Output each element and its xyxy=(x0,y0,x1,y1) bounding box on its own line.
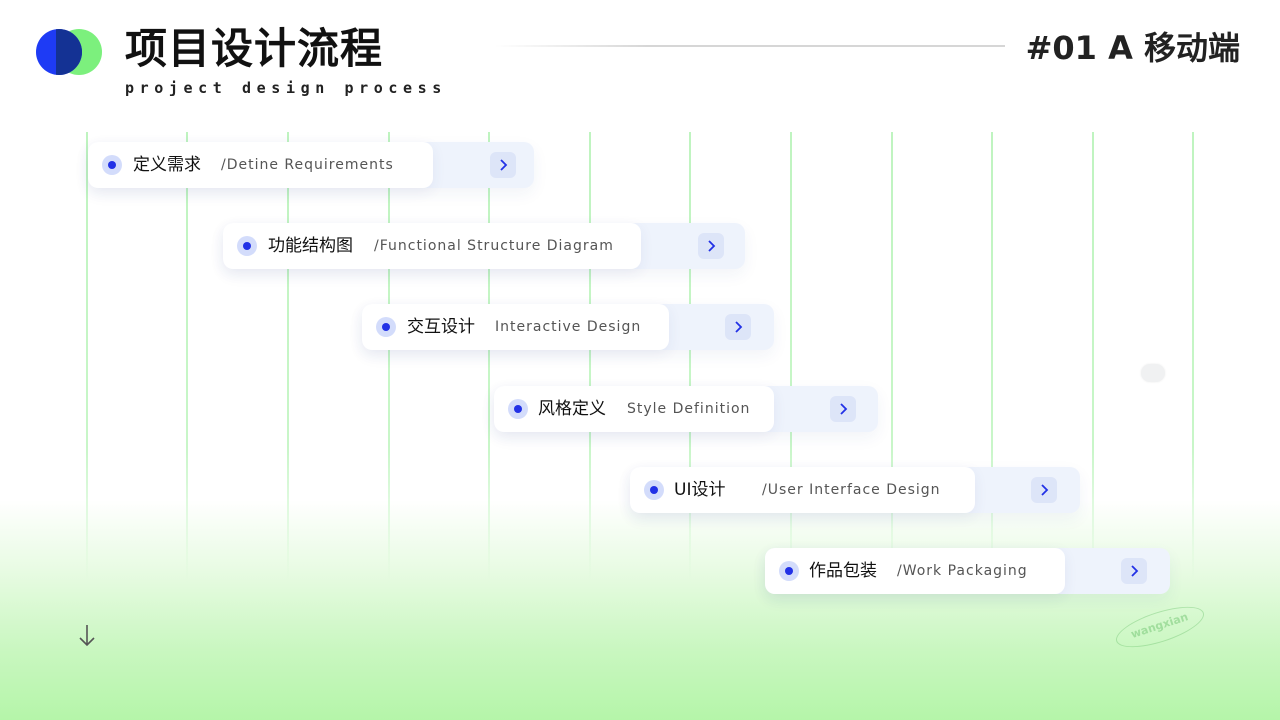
step-style-definition[interactable]: 风格定义 Style Definition xyxy=(494,386,878,432)
chevron-right-icon[interactable] xyxy=(830,396,856,422)
grid-line xyxy=(589,132,591,582)
step-label-pill: 功能结构图 /Functional Structure Diagram xyxy=(223,223,641,269)
step-define-requirements[interactable]: 定义需求 /Detine Requirements xyxy=(88,142,534,188)
grid-line xyxy=(1092,132,1094,582)
step-subtitle: /Detine Requirements xyxy=(221,157,394,173)
step-label-pill: UI设计 /User Interface Design xyxy=(630,467,975,513)
grid-line xyxy=(790,132,792,582)
bullet-icon xyxy=(376,317,396,337)
chevron-right-icon[interactable] xyxy=(725,314,751,340)
header-divider xyxy=(495,45,1005,47)
grid-line xyxy=(86,132,88,582)
step-subtitle: /Work Packaging xyxy=(897,563,1028,579)
step-title: 定义需求 xyxy=(133,155,201,175)
grid-line xyxy=(991,132,993,582)
arrow-down-icon[interactable] xyxy=(76,623,98,649)
logo-overlap xyxy=(56,29,82,75)
step-work-packaging[interactable]: 作品包装 /Work Packaging xyxy=(765,548,1170,594)
step-label-pill: 风格定义 Style Definition xyxy=(494,386,774,432)
step-label-pill: 交互设计 Interactive Design xyxy=(362,304,669,350)
watermark: wangxian xyxy=(1111,598,1209,656)
chevron-right-icon[interactable] xyxy=(1031,477,1057,503)
step-subtitle: /User Interface Design xyxy=(762,482,941,498)
toggle-handle[interactable] xyxy=(1141,364,1165,382)
grid-line xyxy=(488,132,490,582)
bullet-icon xyxy=(102,155,122,175)
grid-line xyxy=(891,132,893,582)
step-functional-structure[interactable]: 功能结构图 /Functional Structure Diagram xyxy=(223,223,745,269)
step-ui-design[interactable]: UI设计 /User Interface Design xyxy=(630,467,1080,513)
step-label-pill: 定义需求 /Detine Requirements xyxy=(88,142,433,188)
step-label-pill: 作品包装 /Work Packaging xyxy=(765,548,1065,594)
chevron-right-icon[interactable] xyxy=(490,152,516,178)
bullet-icon xyxy=(508,399,528,419)
step-subtitle: Style Definition xyxy=(627,401,751,417)
grid-line xyxy=(287,132,289,582)
step-title: 风格定义 xyxy=(538,399,606,419)
page-tag: #01 A 移动端 xyxy=(1025,29,1240,67)
step-subtitle: /Functional Structure Diagram xyxy=(374,238,614,254)
grid-line xyxy=(689,132,691,582)
step-title: 交互设计 xyxy=(407,317,475,337)
page-title: 项目设计流程 xyxy=(125,24,384,73)
step-title: UI设计 xyxy=(674,480,726,500)
grid-lines xyxy=(0,132,1280,582)
grid-line xyxy=(186,132,188,582)
page-subtitle: project design process xyxy=(125,79,447,97)
bullet-icon xyxy=(779,561,799,581)
step-subtitle: Interactive Design xyxy=(495,319,642,335)
step-interactive-design[interactable]: 交互设计 Interactive Design xyxy=(362,304,774,350)
grid-line xyxy=(388,132,390,582)
grid-line xyxy=(1192,132,1194,582)
brand-logo xyxy=(36,29,102,75)
step-title: 作品包装 xyxy=(809,561,877,581)
chevron-right-icon[interactable] xyxy=(698,233,724,259)
bullet-icon xyxy=(237,236,257,256)
step-title: 功能结构图 xyxy=(268,236,353,256)
bullet-icon xyxy=(644,480,664,500)
chevron-right-icon[interactable] xyxy=(1121,558,1147,584)
